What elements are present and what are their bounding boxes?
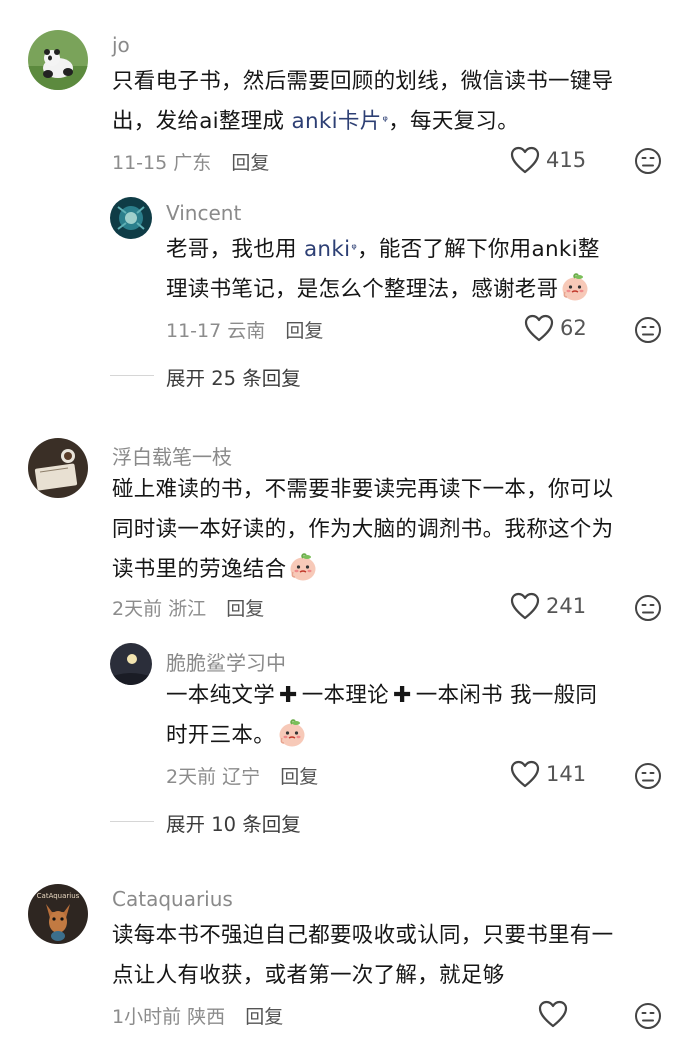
reply-button[interactable]: 回复 bbox=[280, 766, 318, 788]
heart-icon bbox=[524, 314, 554, 342]
comment-date: 2天前 bbox=[166, 766, 217, 788]
like-count: 141 bbox=[546, 762, 587, 786]
dislike-icon[interactable] bbox=[634, 147, 662, 175]
peach-emoji bbox=[277, 718, 307, 748]
like-button[interactable]: 141 bbox=[510, 760, 586, 788]
comment-line: 只看电子书，然后需要回顾的划线，微信读书一键导 bbox=[112, 69, 614, 94]
username[interactable]: jo bbox=[112, 33, 130, 57]
heart-icon bbox=[538, 1000, 568, 1028]
text-segment: ，每天复习。 bbox=[388, 109, 520, 134]
dislike-icon[interactable] bbox=[634, 762, 662, 790]
comment-meta: 11-15 广东 回复 bbox=[112, 148, 269, 175]
avatar[interactable] bbox=[110, 643, 152, 685]
comment-line: 碰上难读的书，不需要非要读完再读下一本，你可以 bbox=[112, 477, 614, 502]
comment-line: 读每本书不强迫自己都要吸收或认同，只要书里有一 bbox=[112, 923, 614, 948]
heart-icon bbox=[510, 592, 540, 620]
panda-avatar-icon bbox=[28, 30, 88, 90]
heart-icon bbox=[510, 146, 540, 174]
comment-line: 读书里的劳逸结合 bbox=[112, 550, 613, 590]
comment-meta: 1小时前 陕西 回复 bbox=[112, 1002, 283, 1029]
comment-location: 辽宁 bbox=[222, 766, 261, 788]
avatar[interactable] bbox=[28, 30, 88, 90]
expand-divider bbox=[110, 821, 154, 822]
avatar-lettering: CatAquarius bbox=[37, 892, 80, 900]
comment-location: 云南 bbox=[227, 320, 266, 342]
comment-location: 陕西 bbox=[187, 1006, 226, 1028]
comment-text: 一本纯文学 ✚ 一本理论 ✚ 一本闲书 我一般同 时开三本。 bbox=[166, 676, 597, 756]
text-segment: 读书里的劳逸结合 bbox=[112, 557, 287, 582]
peach-emoji bbox=[560, 272, 590, 302]
expand-divider bbox=[110, 375, 154, 376]
like-button[interactable]: 415 bbox=[510, 146, 586, 174]
avatar-image: CatAquarius bbox=[28, 884, 88, 944]
plus-icon: ✚ bbox=[279, 683, 298, 708]
avatar-image bbox=[110, 643, 152, 685]
like-count: 62 bbox=[560, 316, 587, 340]
dislike-icon[interactable] bbox=[634, 316, 662, 344]
comment-date: 1小时前 bbox=[112, 1006, 182, 1028]
text-segment: ，能否了解下你用anki整 bbox=[357, 237, 600, 262]
keyword-link[interactable]: ankiᵠ bbox=[304, 237, 357, 262]
comment-line: 出，发给ai整理成 anki卡片ᵠ，每天复习。 bbox=[112, 102, 613, 142]
like-button[interactable]: 241 bbox=[510, 592, 586, 620]
keyword-text: anki bbox=[303, 237, 351, 262]
comment-text: 碰上难读的书，不需要非要读完再读下一本，你可以 同时读一本好读的，作为大脑的调剂… bbox=[112, 470, 613, 590]
comment-date: 11-17 bbox=[166, 320, 222, 342]
text-segment: 时开三本。 bbox=[166, 723, 276, 748]
heart-icon bbox=[510, 760, 540, 788]
comment-text: 只看电子书，然后需要回顾的划线，微信读书一键导 出，发给ai整理成 anki卡片… bbox=[112, 62, 613, 142]
keyword-text: anki卡片 bbox=[291, 109, 382, 134]
text-segment: 老哥，我也用 bbox=[166, 237, 304, 262]
reply-button[interactable]: 回复 bbox=[231, 152, 269, 174]
text-segment: 出，发给ai整理成 bbox=[112, 109, 292, 134]
comment-meta: 2天前 浙江 回复 bbox=[112, 594, 264, 621]
comment-line: 时开三本。 bbox=[166, 716, 597, 756]
comment-line: 一本纯文学 ✚ 一本理论 ✚ 一本闲书 我一般同 bbox=[166, 676, 597, 716]
avatar[interactable] bbox=[110, 197, 152, 239]
avatar-image bbox=[28, 438, 88, 498]
username[interactable]: Vincent bbox=[166, 201, 241, 225]
expand-replies-button[interactable]: 展开 10 条回复 bbox=[166, 808, 301, 837]
dislike-icon[interactable] bbox=[634, 594, 662, 622]
username[interactable]: 脆脆鲨学习中 bbox=[166, 647, 286, 676]
comment-meta: 2天前 辽宁 回复 bbox=[166, 762, 318, 789]
reply-button[interactable]: 回复 bbox=[285, 320, 323, 342]
comment-date: 11-15 bbox=[112, 152, 168, 174]
comment-line: 点让人有收获，或者第一次了解，就足够 bbox=[112, 963, 505, 988]
like-button[interactable] bbox=[538, 1000, 574, 1028]
comment-text: 老哥，我也用 ankiᵠ，能否了解下你用anki整 理读书笔记，是怎么个整理法，… bbox=[166, 230, 600, 310]
comment-line: 同时读一本好读的，作为大脑的调剂书。我称这个为 bbox=[112, 517, 614, 542]
username[interactable]: 浮白载笔一枝 bbox=[112, 441, 232, 470]
reply-button[interactable]: 回复 bbox=[245, 1006, 283, 1028]
like-count: 241 bbox=[546, 594, 587, 618]
like-count: 415 bbox=[546, 148, 587, 172]
avatar-image bbox=[110, 197, 152, 239]
comment-text: 读每本书不强迫自己都要吸收或认同，只要书里有一 点让人有收获，或者第一次了解，就… bbox=[112, 916, 613, 996]
peach-emoji bbox=[288, 552, 318, 582]
text-segment: 一本理论 bbox=[301, 683, 389, 708]
like-button[interactable]: 62 bbox=[524, 314, 587, 342]
comment-meta: 11-17 云南 回复 bbox=[166, 316, 323, 343]
comment-location: 广东 bbox=[173, 152, 212, 174]
plus-icon: ✚ bbox=[392, 683, 412, 708]
avatar[interactable]: CatAquarius bbox=[28, 884, 88, 944]
keyword-link[interactable]: anki卡片ᵠ bbox=[291, 109, 388, 134]
comment-line: 老哥，我也用 ankiᵠ，能否了解下你用anki整 bbox=[166, 230, 600, 270]
comment-location: 浙江 bbox=[168, 598, 207, 620]
comment-line: 理读书笔记，是怎么个整理法，感谢老哥 bbox=[166, 270, 600, 310]
avatar[interactable] bbox=[28, 438, 88, 498]
username[interactable]: Cataquarius bbox=[112, 887, 233, 911]
expand-replies-button[interactable]: 展开 25 条回复 bbox=[166, 362, 301, 391]
reply-button[interactable]: 回复 bbox=[226, 598, 264, 620]
text-segment: 一本闲书 我一般同 bbox=[415, 683, 598, 708]
text-segment: 一本纯文学 bbox=[166, 683, 276, 708]
comment-date: 2天前 bbox=[112, 598, 163, 620]
text-segment: 理读书笔记，是怎么个整理法，感谢老哥 bbox=[166, 277, 559, 302]
dislike-icon[interactable] bbox=[634, 1002, 662, 1030]
